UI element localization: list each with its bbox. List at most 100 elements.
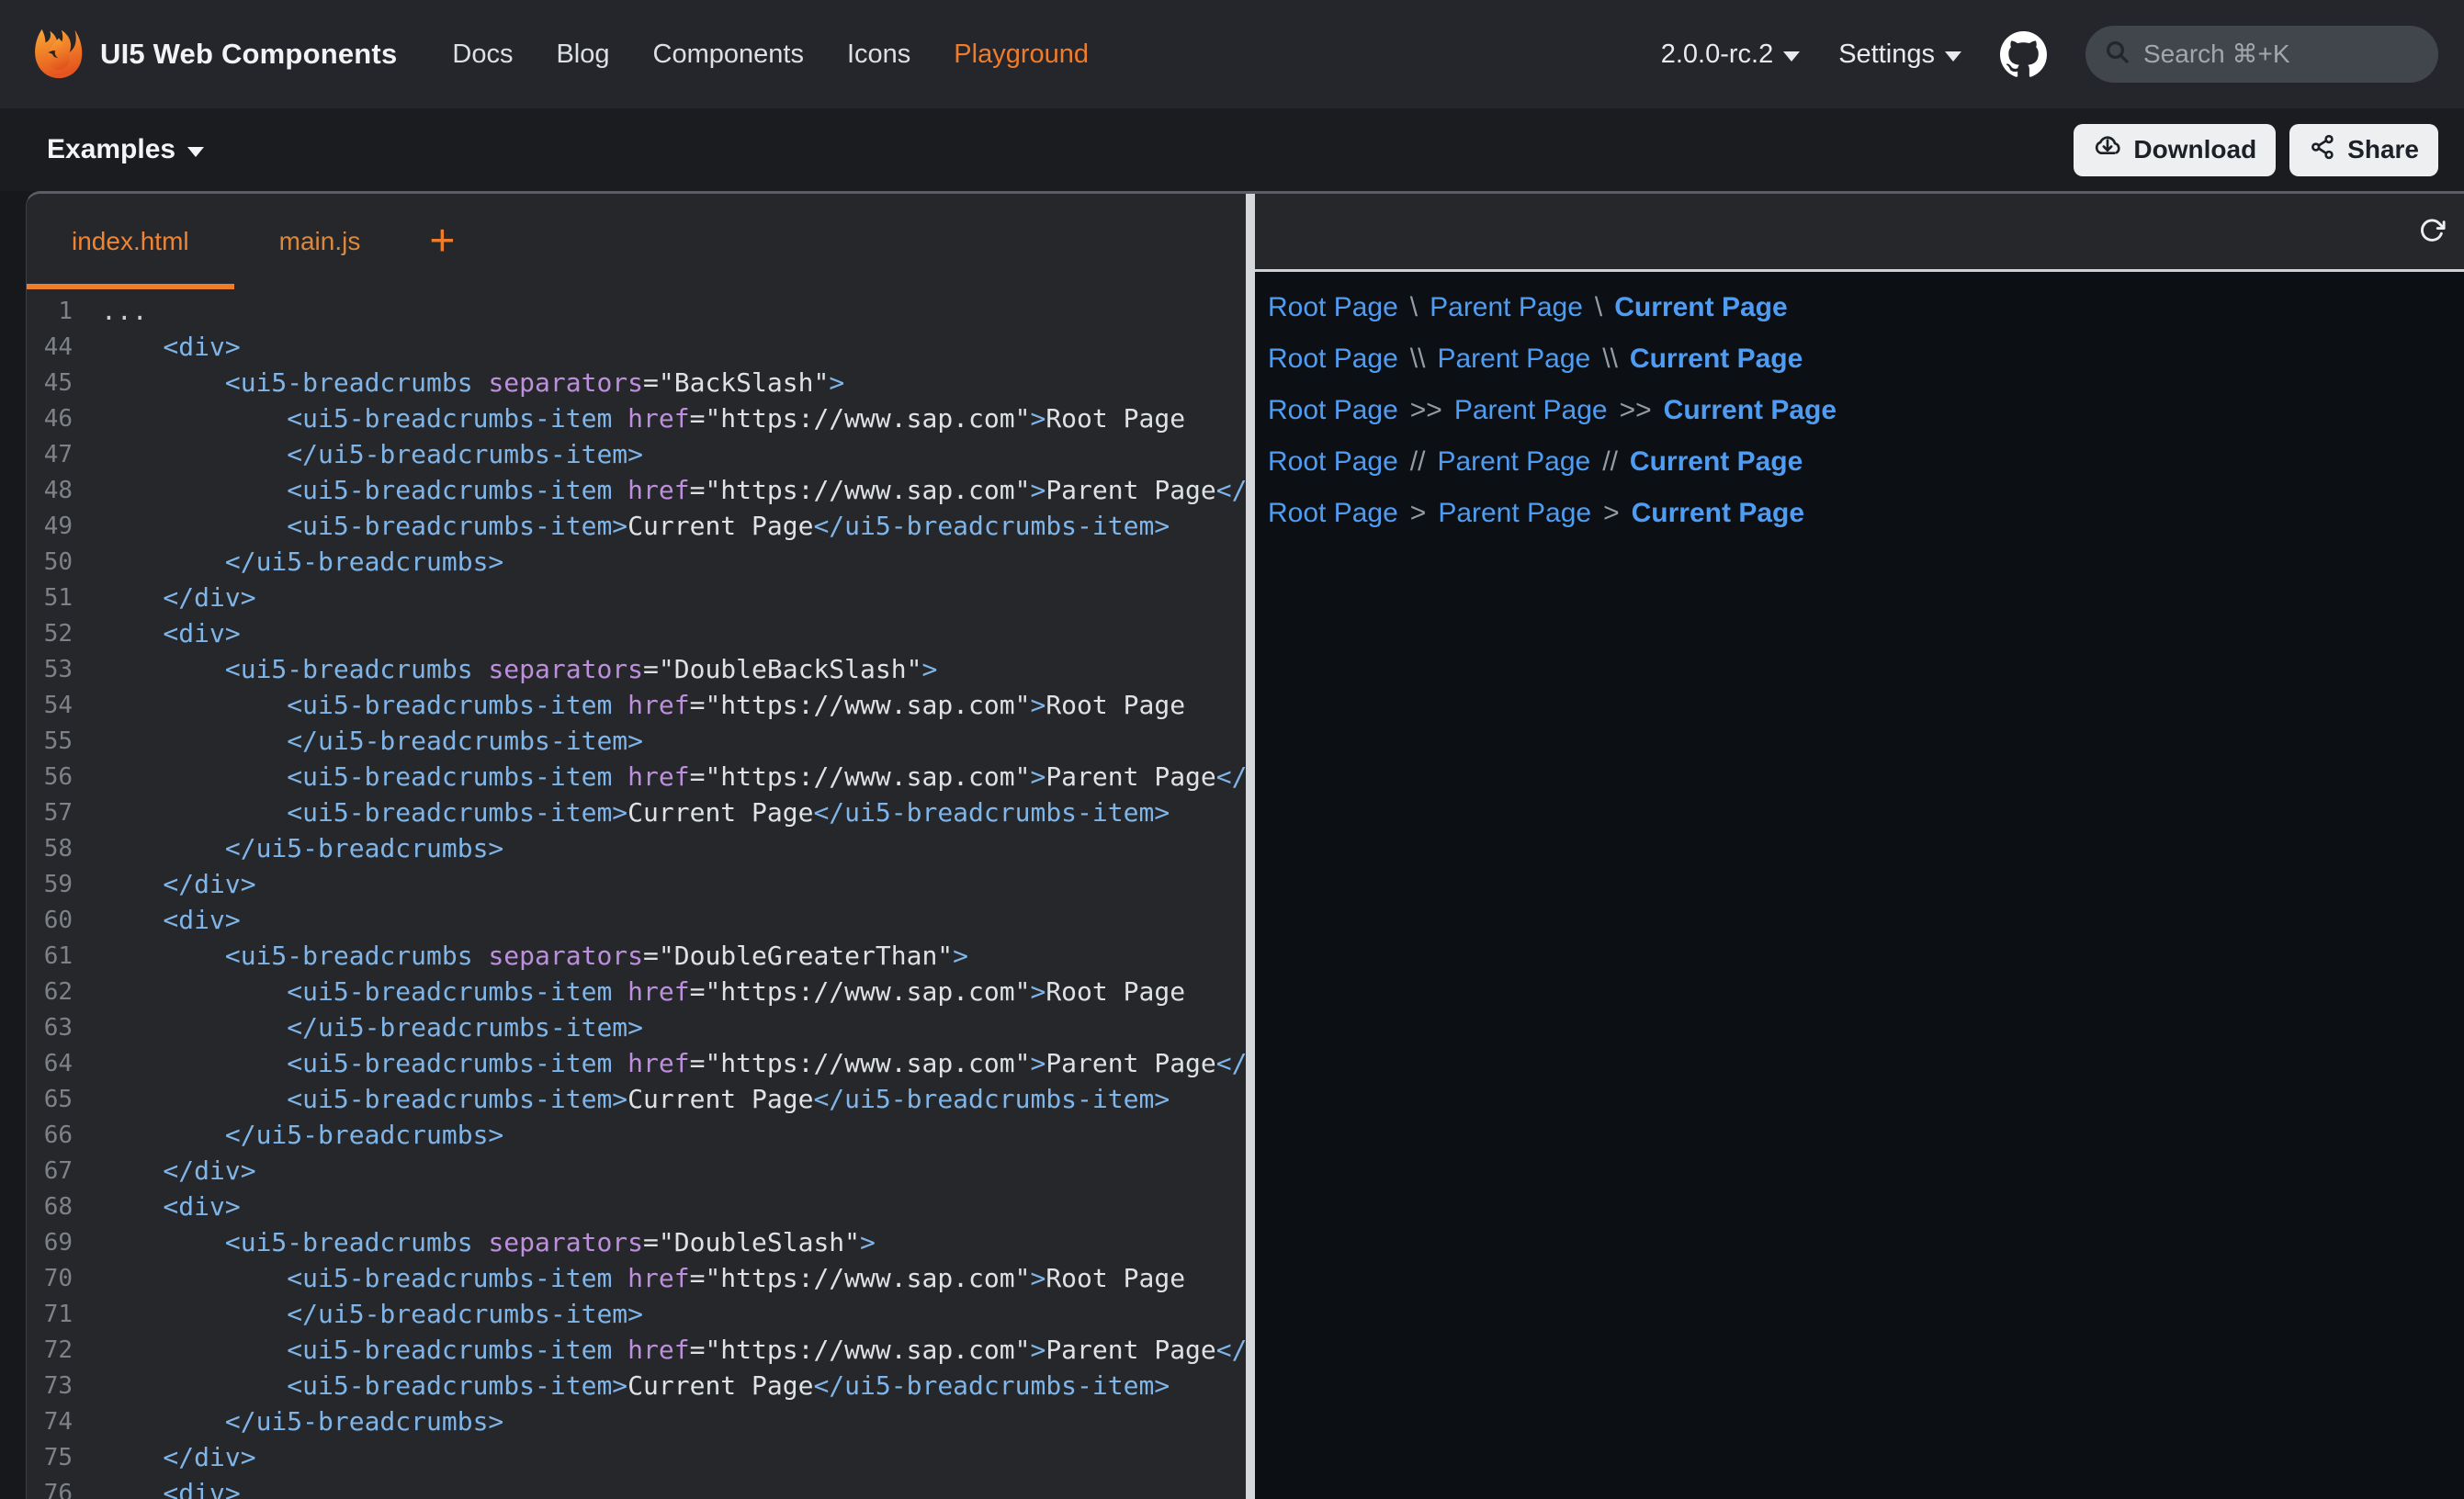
breadcrumb-separator: \ [1410,292,1418,323]
breadcrumb-separator: > [1603,498,1620,529]
line-number: 68 [27,1193,73,1221]
examples-menu[interactable]: Examples [47,134,204,165]
breadcrumb-link[interactable]: Root Page [1268,446,1398,478]
line-number: 48 [27,477,73,504]
code-line: 58 </ui5-breadcrumbs> [27,830,1246,866]
breadcrumbs: Root Page//Parent Page//Current Page [1268,444,2446,480]
line-number: 69 [27,1229,73,1257]
code-line: 74 </ui5-breadcrumbs> [27,1403,1246,1439]
breadcrumb-link[interactable]: Parent Page [1430,292,1583,323]
line-number: 76 [27,1480,73,1499]
code-line: 75 </div> [27,1439,1246,1475]
code-line: 44 <div> [27,329,1246,365]
settings-menu[interactable]: Settings [1838,39,1961,70]
breadcrumb-link[interactable]: Root Page [1268,344,1398,375]
playground-panels: index.htmlmain.js + 1...44 <div>45 <ui5-… [26,191,2464,1499]
code-text: <div> [101,1191,241,1222]
tab-index-html[interactable]: index.html [27,194,234,289]
line-number: 64 [27,1050,73,1077]
line-number: 67 [27,1157,73,1185]
tab-main-js[interactable]: main.js [234,194,406,289]
line-number: 47 [27,441,73,468]
breadcrumb-current: Current Page [1632,498,1804,529]
code-text: <ui5-breadcrumbs-item href="https://www.… [101,475,1246,505]
code-line: 55 </ui5-breadcrumbs-item> [27,723,1246,759]
line-number: 62 [27,978,73,1006]
breadcrumb-separator: \ [1595,292,1602,323]
code-line: 51 </div> [27,580,1246,615]
download-label: Download [2133,135,2256,164]
nav-link-playground[interactable]: Playground [954,39,1089,70]
search-icon [2104,39,2131,71]
chevron-down-icon [1783,51,1800,62]
brand-link[interactable]: UI5 Web Components [30,22,397,87]
breadcrumb-link[interactable]: Root Page [1268,498,1398,529]
panel-resizer[interactable] [1246,194,1255,1499]
code-text: <ui5-breadcrumbs-item>Current Page</ui5-… [101,511,1170,541]
breadcrumb-link[interactable]: Parent Page [1454,395,1608,426]
search-input[interactable] [2143,39,2420,69]
code-text: </div> [101,1155,256,1186]
github-icon[interactable] [2000,31,2047,78]
code-line: 1... [27,293,1246,329]
line-number: 73 [27,1372,73,1400]
code-line: 50 </ui5-breadcrumbs> [27,544,1246,580]
add-tab-button[interactable]: + [405,194,479,289]
line-number: 63 [27,1014,73,1042]
breadcrumb-separator: \\ [1410,344,1426,375]
code-text: <ui5-breadcrumbs-item href="https://www.… [101,1048,1246,1078]
line-number: 60 [27,907,73,934]
code-line: 48 <ui5-breadcrumbs-item href="https://w… [27,472,1246,508]
line-number: 65 [27,1086,73,1113]
code-line: 63 </ui5-breadcrumbs-item> [27,1009,1246,1045]
breadcrumbs: Root Page>Parent Page>Current Page [1268,495,2446,532]
code-text: <ui5-breadcrumbs-item>Current Page</ui5-… [101,797,1170,828]
line-number: 54 [27,692,73,719]
share-button[interactable]: Share [2289,124,2438,176]
refresh-icon [2418,217,2446,247]
nav-link-components[interactable]: Components [653,39,804,70]
breadcrumb-current: Current Page [1614,292,1787,323]
breadcrumb-link[interactable]: Parent Page [1437,446,1590,478]
code-text: <ui5-breadcrumbs-item href="https://www.… [101,976,1185,1007]
line-number: 75 [27,1444,73,1471]
download-button[interactable]: Download [2074,124,2276,176]
nav-link-docs[interactable]: Docs [452,39,513,70]
preview-toolbar [1255,194,2464,272]
code-editor-panel: index.htmlmain.js + 1...44 <div>45 <ui5-… [27,194,1246,1499]
line-number: 55 [27,727,73,755]
code-line: 66 </ui5-breadcrumbs> [27,1117,1246,1153]
code-text: <ui5-breadcrumbs-item href="https://www.… [101,403,1185,434]
breadcrumb-link[interactable]: Root Page [1268,292,1398,323]
breadcrumb-link[interactable]: Parent Page [1437,344,1590,375]
code-editor[interactable]: 1...44 <div>45 <ui5-breadcrumbs separato… [27,289,1246,1499]
code-text: </div> [101,869,256,899]
code-line: 61 <ui5-breadcrumbs separators="DoubleGr… [27,938,1246,974]
refresh-button[interactable] [2414,213,2449,251]
code-line: 65 <ui5-breadcrumbs-item>Current Page</u… [27,1081,1246,1117]
code-line: 52 <div> [27,615,1246,651]
line-number: 71 [27,1301,73,1328]
chevron-down-icon [1945,51,1961,62]
main-nav: Docs Blog Components Icons Playground [452,39,1089,70]
line-number: 46 [27,405,73,433]
nav-link-blog[interactable]: Blog [556,39,609,70]
line-number: 58 [27,835,73,862]
line-number: 50 [27,548,73,576]
breadcrumb-link[interactable]: Root Page [1268,395,1398,426]
brand-title: UI5 Web Components [100,38,397,71]
code-text: </ui5-breadcrumbs-item> [101,1299,643,1329]
code-line: 68 <div> [27,1189,1246,1224]
editor-tabbar: index.htmlmain.js + [27,194,1246,289]
breadcrumb-link[interactable]: Parent Page [1438,498,1591,529]
line-number: 44 [27,333,73,361]
code-text: </ui5-breadcrumbs> [101,1406,503,1437]
nav-link-icons[interactable]: Icons [847,39,910,70]
share-label: Share [2347,135,2419,164]
code-line: 46 <ui5-breadcrumbs-item href="https://w… [27,400,1246,436]
line-number: 57 [27,799,73,827]
code-text: <ui5-breadcrumbs-item href="https://www.… [101,761,1246,792]
examples-toolbar: Examples Download Share [0,108,2464,191]
line-number: 45 [27,369,73,397]
version-menu[interactable]: 2.0.0-rc.2 [1661,39,1801,70]
